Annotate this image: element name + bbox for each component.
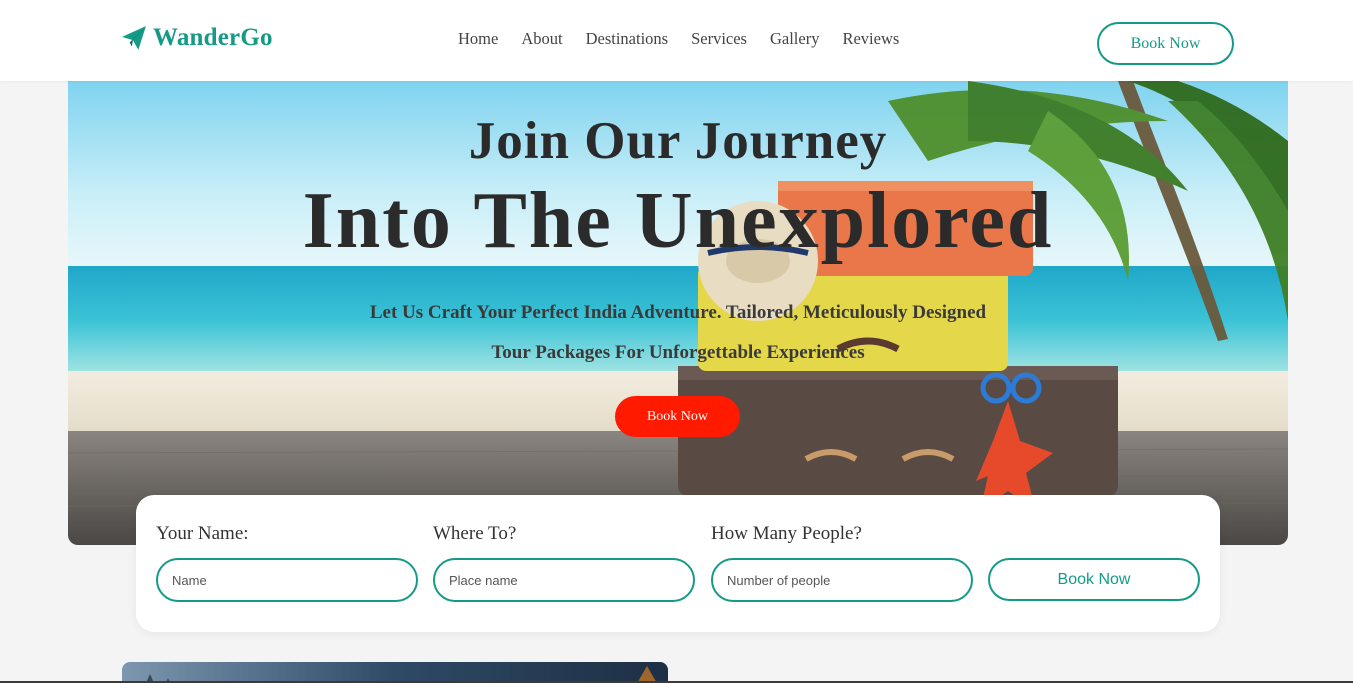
hero-title-line1: Join Our Journey	[468, 112, 888, 170]
nav-book-now-button[interactable]: Book Now	[1097, 22, 1234, 65]
paper-plane-icon	[122, 26, 146, 50]
name-label: Your Name:	[156, 523, 249, 544]
nav-link-about[interactable]: About	[521, 29, 562, 49]
nav-link-home[interactable]: Home	[458, 29, 498, 49]
nav-links: Home About Destinations Services Gallery…	[458, 29, 899, 49]
nav-link-gallery[interactable]: Gallery	[770, 29, 819, 49]
people-field-group: How Many People?	[711, 523, 973, 602]
people-input[interactable]	[711, 558, 973, 602]
nav-link-destinations[interactable]: Destinations	[586, 29, 669, 49]
people-label: How Many People?	[711, 523, 862, 544]
nav-link-reviews[interactable]: Reviews	[842, 29, 899, 49]
form-book-now-button[interactable]: Book Now	[988, 558, 1200, 601]
booking-form: Your Name: Where To? How Many People? Bo…	[136, 495, 1220, 632]
hero-subtitle-line2: Tour Packages For Unforgettable Experien…	[491, 342, 865, 363]
destination-field-group: Where To?	[433, 523, 695, 602]
name-input[interactable]	[156, 558, 418, 602]
logo[interactable]: WanderGo	[121, 24, 273, 52]
hero-subtitle-line1: Let Us Craft Your Perfect India Adventur…	[369, 302, 987, 323]
next-section-image	[122, 662, 668, 683]
hero-subtitle: Let Us Craft Your Perfect India Adventur…	[68, 293, 1288, 373]
navbar: WanderGo Home About Destinations Service…	[0, 0, 1353, 81]
hero-title-line2: Into The Unexplored	[302, 177, 1054, 265]
destination-input[interactable]	[433, 558, 695, 602]
destination-label: Where To?	[433, 523, 517, 544]
hero-book-now-button[interactable]: Book Now	[615, 396, 740, 437]
name-field-group: Your Name:	[156, 523, 418, 602]
logo-text: WanderGo	[153, 24, 273, 51]
hero-section: Join Our Journey Into The Unexplored Let…	[68, 81, 1288, 545]
nav-link-services[interactable]: Services	[691, 29, 747, 49]
